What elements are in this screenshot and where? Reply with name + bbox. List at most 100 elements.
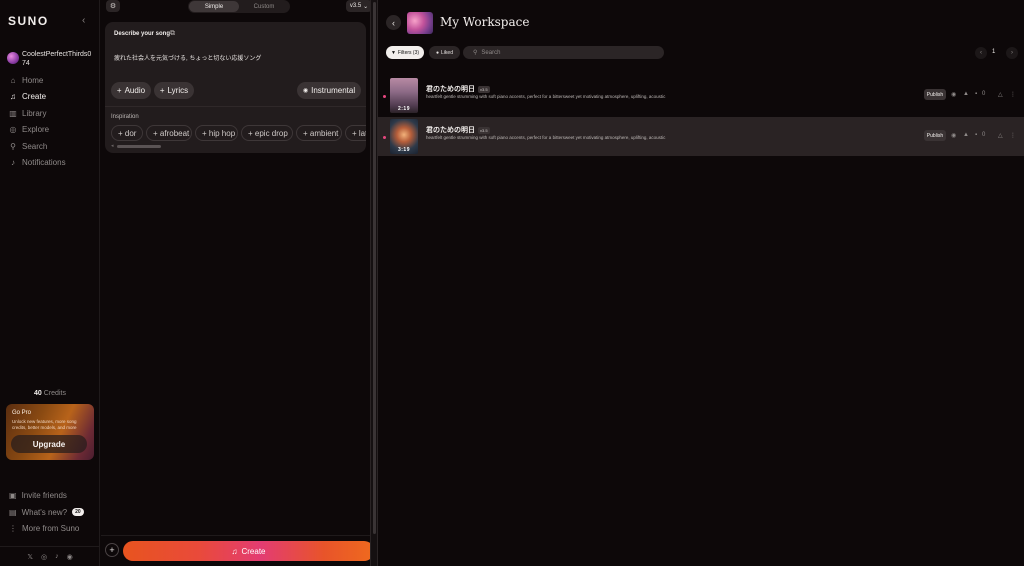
nav-explore[interactable]: ◎ Explore [9, 122, 50, 136]
search-placeholder: Search [481, 49, 501, 56]
new-indicator-dot [383, 95, 386, 98]
more-vertical-icon[interactable]: ⋮ [1010, 132, 1016, 139]
discord-icon[interactable]: ◉ [67, 553, 73, 561]
nav-create-label: Create [22, 91, 47, 101]
gift-icon: ▣ [9, 490, 17, 500]
more-from-suno-label: More from Suno [22, 523, 80, 533]
bell-icon: ♪ [11, 157, 15, 167]
song-cover-image[interactable]: 2:19 [390, 78, 418, 113]
nav-notifications-label: Notifications [22, 157, 66, 167]
song-row[interactable]: 2:19 君のための明日 v3.5 heartfelt gentle strum… [378, 76, 1024, 115]
plus-icon: + [352, 128, 359, 138]
divider [105, 106, 366, 107]
thumbs-up-icon[interactable]: ▲ [963, 91, 969, 97]
song-title[interactable]: 君のための明日 v3.5 [426, 125, 490, 135]
horizontal-scrollbar[interactable] [117, 145, 161, 148]
inspiration-chip[interactable]: + ambient [296, 125, 342, 141]
add-audio-label: Audio [124, 86, 146, 95]
scroll-left-icon[interactable]: ◂ [111, 143, 114, 149]
song-duration: 3:19 [397, 147, 410, 153]
inspiration-chip[interactable]: + afrobeat [146, 125, 192, 141]
nav-create[interactable]: ♫ Create [9, 89, 46, 103]
thumbs-up-icon[interactable]: ▲ [963, 132, 969, 138]
workspace-title: My Workspace [440, 15, 530, 29]
next-page-button[interactable]: › [1006, 47, 1018, 59]
add-lyrics-label: Lyrics [167, 86, 189, 95]
x-icon[interactable]: 𝕏 [27, 553, 33, 561]
more-from-suno-link[interactable]: ⋮ More from Suno [9, 522, 79, 534]
add-button[interactable]: + [105, 543, 119, 557]
mode-toggle: Simple Custom [188, 0, 290, 13]
nav-home[interactable]: ⌂ Home [9, 73, 44, 87]
workspace-search-input[interactable]: ⚲ Search [463, 46, 664, 59]
divider [101, 535, 377, 536]
mode-simple-tab[interactable]: Simple [189, 1, 239, 12]
more-vertical-icon: ⋮ [9, 523, 17, 533]
avatar[interactable] [7, 52, 19, 64]
social-links: 𝕏 ◎ ♪ ◉ [0, 546, 100, 566]
vertical-scrollbar[interactable] [373, 2, 376, 534]
new-indicator-dot [383, 136, 386, 139]
instrumental-toggle[interactable]: ◉ Instrumental [297, 82, 361, 99]
song-duration: 2:19 [397, 106, 410, 112]
song-description-input[interactable]: 疲れた社会人を元気づける, ちょっと切ない応援ソング [114, 53, 261, 62]
back-button[interactable]: ‹ [386, 15, 401, 30]
username[interactable]: CoolestPerfectThirds074 [22, 50, 92, 68]
song-title[interactable]: 君のための明日 v3.5 [426, 84, 490, 94]
visibility-icon[interactable]: ◉ [951, 132, 956, 139]
plus-icon: + [153, 128, 160, 138]
nav-notifications[interactable]: ♪ Notifications [9, 155, 66, 169]
song-description-box[interactable]: Describe your song ⧉ 疲れた社会人を元気づける, ちょっと切… [105, 22, 366, 153]
nav-library-label: Library [22, 108, 47, 118]
inspiration-chip[interactable]: + dor [111, 125, 143, 141]
filters-button[interactable]: ▼ Filters (3) [386, 46, 424, 59]
publish-button[interactable]: Publish [924, 130, 946, 141]
upgrade-button[interactable]: Upgrade [11, 435, 87, 453]
visibility-icon[interactable]: ◉ [951, 91, 956, 98]
page-number: 1 [992, 49, 996, 55]
chevron-left-icon: ‹ [980, 50, 982, 56]
nav-library[interactable]: ▥ Library [9, 106, 46, 120]
settings-gear-button[interactable]: ⚙ [106, 0, 120, 12]
more-vertical-icon[interactable]: ⋮ [1010, 91, 1016, 98]
mode-custom-tab[interactable]: Custom [239, 1, 289, 12]
create-button[interactable]: ♫ Create [123, 541, 374, 561]
library-icon: ▥ [9, 108, 17, 118]
collapse-sidebar-icon[interactable]: ‹ [82, 15, 85, 26]
inspiration-label: Inspiration [111, 114, 139, 120]
add-audio-button[interactable]: + Audio [111, 82, 151, 99]
share-icon[interactable]: △ [998, 91, 1003, 98]
publish-button[interactable]: Publish [924, 89, 946, 100]
filters-label: Filters (3) [397, 49, 420, 56]
invite-friends-link[interactable]: ▣ Invite friends [9, 489, 67, 501]
liked-filter-button[interactable]: ● Liked [429, 46, 460, 59]
nav-search[interactable]: ⚲ Search [9, 139, 47, 153]
inspiration-chip[interactable]: + epic drop [241, 125, 293, 141]
copy-icon[interactable]: ⧉ [170, 30, 175, 38]
song-style-description: heartfelt gentle strumming with soft pia… [426, 94, 666, 99]
credits-label: Credits [43, 390, 66, 397]
plus-icon: + [116, 86, 122, 95]
whats-new-link[interactable]: ▤ What's new? 20 [9, 506, 84, 518]
comment-icon[interactable]: ▪ [975, 132, 977, 138]
comment-icon[interactable]: ▪ [975, 91, 977, 97]
music-note-icon: ♫ [231, 546, 238, 556]
model-version-select[interactable]: v3.5 ⌄ [346, 0, 372, 12]
add-lyrics-button[interactable]: + Lyrics [154, 82, 194, 99]
go-pro-card: Go Pro Unlock new features, more song cr… [6, 404, 94, 460]
tiktok-icon[interactable]: ♪ [55, 553, 59, 560]
panel-splitter[interactable] [370, 0, 378, 566]
song-description-label: Describe your song [114, 31, 171, 37]
comment-count: 0 [982, 132, 986, 138]
share-icon[interactable]: △ [998, 132, 1003, 139]
inspiration-chip[interactable]: + hip hop [195, 125, 238, 141]
suno-logo[interactable]: SUNO [8, 14, 49, 28]
instagram-icon[interactable]: ◎ [41, 553, 47, 561]
plus-icon: + [248, 128, 255, 138]
song-cover-image[interactable]: 3:19 [390, 119, 418, 154]
song-row[interactable]: 3:19 君のための明日 v3.5 heartfelt gentle strum… [378, 117, 1024, 156]
inspiration-chip[interactable]: + lat [345, 125, 366, 141]
chip-label: epic drop [254, 128, 288, 138]
previous-page-button[interactable]: ‹ [975, 47, 987, 59]
credits-count: 40 Credits [0, 390, 100, 397]
